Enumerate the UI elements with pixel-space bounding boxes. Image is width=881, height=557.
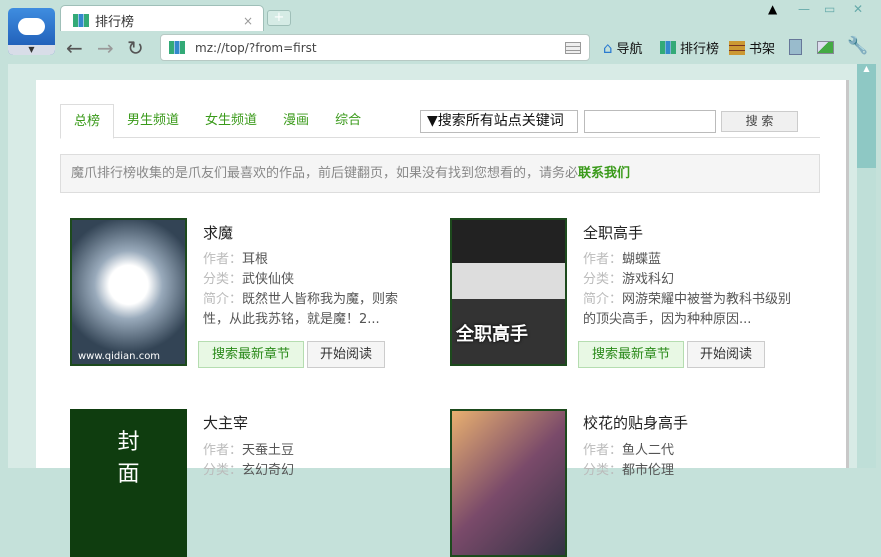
cloud-icon [18, 18, 45, 35]
pin-icon[interactable]: ▲ [768, 2, 777, 16]
notice-box: 魔爪排行榜收集的是爪友们最喜欢的作品，前后键翻页，如果没有找到您想看的，请务必联… [60, 154, 820, 193]
cover-text: www.qidian.com [78, 351, 161, 362]
contact-link[interactable]: 联系我们 [578, 166, 630, 181]
bookmark-shelf[interactable]: 书架 [729, 38, 775, 57]
tab-ranking[interactable]: 排行榜 × [60, 5, 264, 31]
book-title[interactable]: 求魔 [203, 222, 233, 243]
label: 作者： [203, 252, 243, 267]
bookmark-nav[interactable]: ⌂ 导航 [603, 38, 643, 58]
book-title[interactable]: 大主宰 [203, 412, 248, 433]
tab-title: 排行榜 [95, 15, 135, 30]
notice-text: 魔爪排行榜收集的是爪友们最喜欢的作品，前后键翻页，如果没有找到您想看的，请务必 [71, 166, 579, 181]
bookmark-ranking[interactable]: 排行榜 [660, 38, 719, 57]
minimize-button[interactable]: — [798, 2, 810, 16]
url-text: mz://top/?from=first [195, 40, 317, 55]
start-read-button[interactable]: 开始阅读 [307, 341, 385, 368]
book-cover[interactable]: www.qidian.com [70, 218, 187, 366]
category: 武侠仙侠 [242, 272, 295, 287]
search-chapter-button[interactable]: 搜索最新章节 [578, 341, 684, 368]
book-meta: 作者：天蚕土豆 分类：玄幻奇幻 [203, 441, 423, 481]
maximize-button[interactable]: ▭ [824, 2, 835, 16]
back-button[interactable]: ← [66, 36, 83, 60]
search-chapter-button[interactable]: 搜索最新章节 [198, 341, 304, 368]
search-input[interactable] [584, 110, 716, 133]
bookmark-label: 排行榜 [680, 42, 720, 57]
chevron-down-icon: ▼ [8, 45, 55, 55]
image-share-icon[interactable] [817, 41, 834, 54]
book-title[interactable]: 全职高手 [583, 222, 643, 243]
menu-icon[interactable] [565, 41, 581, 54]
tab-general[interactable]: 综合 [322, 104, 374, 137]
tab-female[interactable]: 女生频道 [192, 104, 270, 137]
cover-text: 全职高手 [456, 324, 528, 345]
category: 玄幻奇幻 [242, 463, 295, 478]
author: 天蚕土豆 [242, 443, 295, 458]
close-window-button[interactable]: ✕ [853, 2, 863, 16]
category: 都市伦理 [622, 463, 675, 478]
bookmark-label: 书架 [749, 42, 776, 57]
book-meta: 作者：耳根 分类：武侠仙侠 简介：既然世人皆称我为魔，则索性，从此我苏铭，就是魔… [203, 250, 423, 330]
chart-icon [73, 14, 89, 27]
scrollbar-thumb[interactable]: ▲ [857, 64, 876, 168]
label: 分类： [583, 272, 623, 287]
search-button[interactable]: 搜 索 [721, 111, 798, 132]
tab-comic[interactable]: 漫画 [270, 104, 322, 137]
book-cover-placeholder[interactable]: 封面 [70, 409, 187, 557]
bookshelf-icon [729, 40, 745, 55]
book-meta: 作者：鱼人二代 分类：都市伦理 [583, 441, 803, 481]
author: 鱼人二代 [622, 443, 675, 458]
address-bar[interactable]: mz://top/?from=first [160, 34, 590, 61]
reload-button[interactable]: ↻ [127, 36, 144, 60]
document-icon[interactable] [789, 39, 802, 55]
chart-icon [660, 41, 676, 54]
home-icon: ⌂ [603, 38, 613, 57]
cover-text: 封面 [117, 430, 140, 487]
wrench-icon[interactable]: 🔧 [847, 36, 868, 56]
tab-overall[interactable]: 总榜 [60, 104, 115, 139]
book-cover[interactable]: 全职高手 [450, 218, 567, 366]
new-tab-button[interactable]: + [267, 10, 291, 26]
book-title[interactable]: 校花的贴身高手 [583, 412, 688, 433]
label: 作者： [583, 252, 623, 267]
category: 游戏科幻 [622, 272, 675, 287]
forward-button[interactable]: → [97, 36, 114, 60]
bookmark-label: 导航 [616, 42, 643, 57]
search-scope-select[interactable]: ▼搜索所有站点关键词 [420, 110, 578, 133]
label: 分类： [203, 463, 243, 478]
author: 蝴蝶蓝 [622, 252, 662, 267]
label: 作者： [203, 443, 243, 458]
close-icon[interactable]: × [243, 14, 253, 28]
label: 作者： [583, 443, 623, 458]
book-cover[interactable] [450, 409, 567, 557]
author: 耳根 [242, 252, 269, 267]
tab-male[interactable]: 男生频道 [114, 104, 192, 137]
label: 分类： [583, 463, 623, 478]
start-read-button[interactable]: 开始阅读 [687, 341, 765, 368]
book-meta: 作者：蝴蝶蓝 分类：游戏科幻 简介：网游荣耀中被誉为教科书级别的顶尖高手，因为种… [583, 250, 803, 330]
label: 简介： [583, 292, 623, 307]
chart-icon [169, 41, 185, 54]
label: 分类： [203, 272, 243, 287]
label: 简介： [203, 292, 243, 307]
app-menu-logo[interactable]: ▼ [8, 8, 55, 55]
